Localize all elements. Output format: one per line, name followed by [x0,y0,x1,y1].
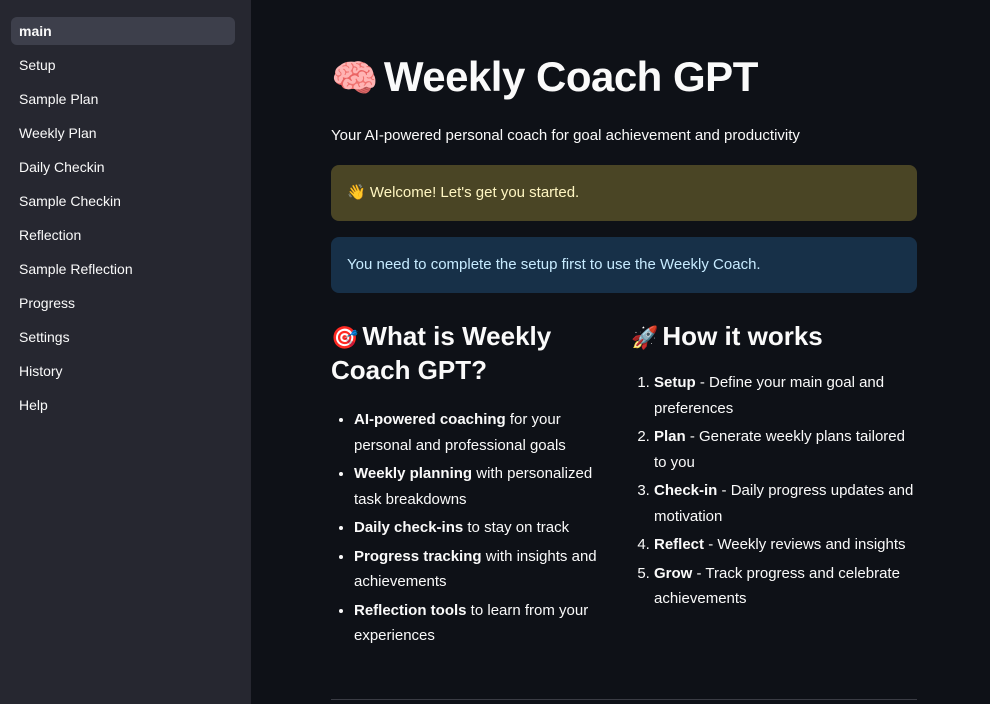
page-title-text: Weekly Coach GPT [383,53,759,100]
features-list: AI-powered coaching for your personal an… [331,407,621,649]
sidebar-item-settings[interactable]: Settings [11,323,235,351]
list-item: Check-in - Daily progress updates and mo… [654,478,921,529]
how-it-works-section: 🚀How it works Setup - Define your main g… [631,320,921,615]
steps-list: Setup - Define your main goal and prefer… [631,370,921,612]
sidebar-item-reflection[interactable]: Reflection [11,221,235,249]
welcome-alert: 👋 Welcome! Let's get you started. [331,165,917,221]
list-item-text: to stay on track [463,519,570,536]
sidebar: main Setup Sample Plan Weekly Plan Daily… [0,0,251,704]
sidebar-item-weekly-plan[interactable]: Weekly Plan [11,119,235,147]
what-is-section: 🎯What is Weekly Coach GPT? AI-powered co… [331,320,621,652]
list-item: Plan - Generate weekly plans tailored to… [654,424,921,475]
list-item-text: - Generate weekly plans tailored to you [654,428,905,471]
brain-icon: 🧠 [331,58,378,100]
list-item: Progress tracking with insights and achi… [354,544,621,595]
list-item: Grow - Track progress and celebrate achi… [654,561,921,612]
list-item: Setup - Define your main goal and prefer… [654,370,921,421]
list-item-text: - Weekly reviews and insights [704,536,906,553]
sidebar-item-progress[interactable]: Progress [11,289,235,317]
list-item-bold: Grow [654,564,693,582]
list-item: Daily check-ins to stay on track [354,515,621,541]
list-item-bold: Weekly planning [354,465,473,482]
how-it-works-heading: 🚀 How it works [631,320,921,354]
list-item: Reflection tools to learn from your expe… [354,598,621,649]
sidebar-item-history[interactable]: History [11,357,235,385]
sidebar-item-daily-checkin[interactable]: Daily Checkin [11,153,235,181]
target-icon: 🎯 [331,325,359,350]
list-item-bold: Reflection tools [354,601,467,619]
page-title: 🧠 Weekly Coach GPT [331,53,758,101]
what-is-heading: 🎯 What is Weekly Coach GPT? [331,320,621,387]
list-item: Weekly planning with personalized task b… [354,461,621,512]
list-item-bold: Check-in [654,482,718,499]
list-item: Reflect - Weekly reviews and insights [654,532,921,558]
list-item-bold: Daily check-ins [354,519,464,536]
sidebar-item-sample-checkin[interactable]: Sample Checkin [11,187,235,215]
list-item-bold: Progress tracking [354,547,482,565]
list-item-bold: Plan [654,428,686,445]
sidebar-item-help[interactable]: Help [11,391,235,419]
rocket-icon: 🚀 [631,325,659,350]
list-item-bold: Reflect [654,536,705,553]
list-item-bold: AI-powered coaching [354,411,506,428]
list-item: AI-powered coaching for your personal an… [354,407,621,458]
sidebar-item-sample-reflection[interactable]: Sample Reflection [11,255,235,283]
sidebar-item-main[interactable]: main [11,17,235,45]
how-it-works-heading-text: How it works [662,321,823,351]
divider [331,699,917,700]
sidebar-item-setup[interactable]: Setup [11,51,235,79]
what-is-heading-text: What is Weekly Coach GPT? [331,321,552,385]
setup-required-alert: You need to complete the setup first to … [331,237,917,293]
page-subtitle: Your AI-powered personal coach for goal … [331,127,800,144]
sidebar-item-sample-plan[interactable]: Sample Plan [11,85,235,113]
list-item-bold: Setup [654,374,696,391]
